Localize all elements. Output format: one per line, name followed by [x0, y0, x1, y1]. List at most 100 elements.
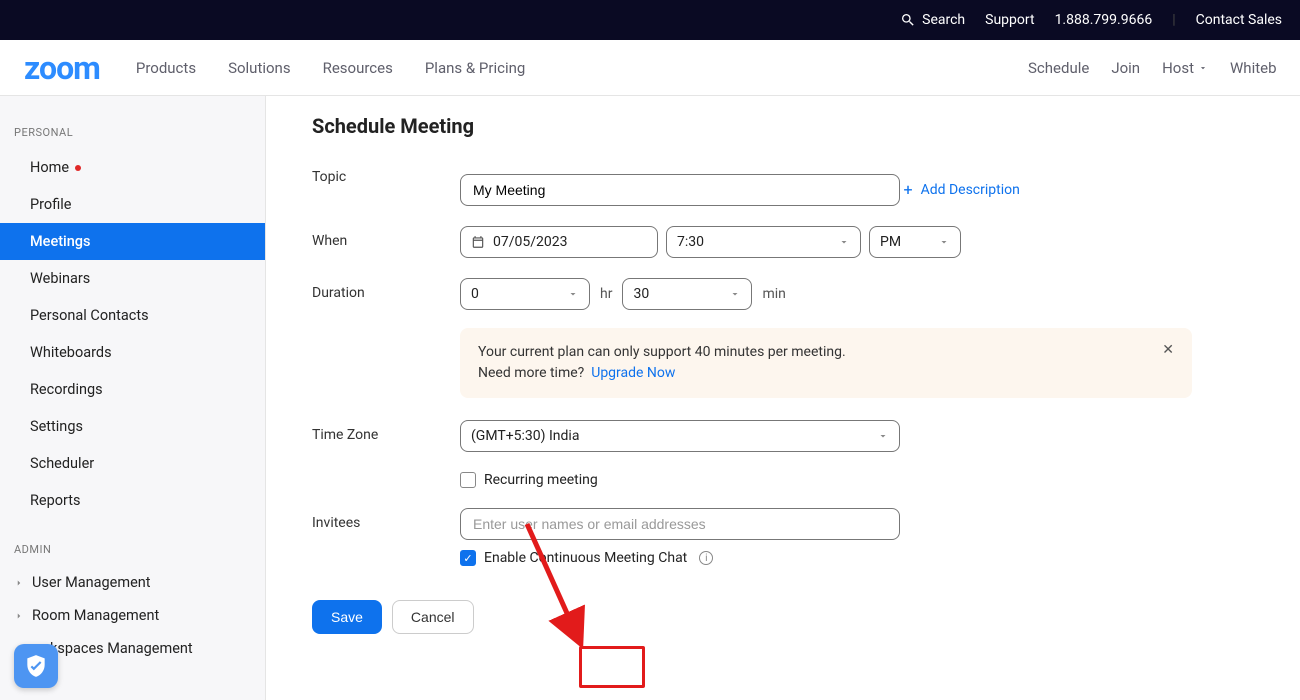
support-link[interactable]: Support	[985, 12, 1034, 28]
sidebar-item-label: Webinars	[30, 270, 90, 287]
search-label: Search	[922, 12, 965, 28]
duration-hours-value: 0	[471, 286, 479, 302]
sidebar-item-label: kspaces Management	[50, 640, 193, 657]
chevron-down-icon	[567, 288, 579, 300]
sidebar-item-label: Personal Contacts	[30, 307, 149, 324]
chevron-down-icon	[877, 430, 889, 442]
nav-join[interactable]: Join	[1111, 59, 1140, 77]
separator: |	[1172, 12, 1175, 28]
sidebar-item-settings[interactable]: Settings	[0, 408, 265, 445]
chevron-down-icon	[938, 236, 950, 248]
sidebar-item-label: User Management	[32, 574, 151, 591]
zoom-logo[interactable]: zoom	[24, 49, 100, 87]
sidebar-item-label: Room Management	[32, 607, 159, 624]
page-title: Schedule Meeting	[312, 114, 1244, 138]
sidebar-item-personal-contacts[interactable]: Personal Contacts	[0, 297, 265, 334]
contact-sales-link[interactable]: Contact Sales	[1196, 12, 1282, 28]
nav-whiteboard[interactable]: Whiteboard	[1230, 59, 1276, 77]
form-actions: Save Cancel	[312, 600, 1244, 634]
sidebar-section-admin: ADMIN	[0, 537, 265, 566]
upgrade-now-link[interactable]: Upgrade Now	[591, 365, 675, 381]
add-description-label: Add Description	[921, 182, 1020, 198]
banner-line1: Your current plan can only support 40 mi…	[478, 342, 846, 363]
sidebar-item-recordings[interactable]: Recordings	[0, 371, 265, 408]
sidebar-item-scheduler[interactable]: Scheduler	[0, 445, 265, 482]
date-picker[interactable]: 07/05/2023	[460, 226, 658, 258]
calendar-icon	[471, 235, 485, 249]
banner-close-icon[interactable]: ✕	[1162, 342, 1174, 358]
invitees-input[interactable]	[460, 508, 900, 540]
ampm-dropdown[interactable]: PM	[869, 226, 961, 258]
add-description-link[interactable]: + Add Description	[903, 180, 1019, 199]
nav-left-group: Products Solutions Resources Plans & Pri…	[136, 59, 525, 77]
security-shield-badge[interactable]	[14, 644, 58, 688]
timezone-value: (GMT+5:30) India	[471, 428, 579, 444]
info-icon[interactable]: i	[699, 551, 713, 565]
sidebar: PERSONAL Home Profile Meetings Webinars …	[0, 96, 266, 700]
label-min: min	[762, 286, 785, 302]
row-duration: Duration 0 hr 30 min	[312, 278, 1244, 310]
recurring-checkbox[interactable]	[460, 472, 476, 488]
chevron-right-icon	[14, 611, 24, 621]
cancel-button[interactable]: Cancel	[392, 600, 474, 634]
label-duration: Duration	[312, 278, 460, 301]
duration-minutes-dropdown[interactable]: 30	[622, 278, 752, 310]
chevron-down-icon	[838, 236, 850, 248]
sidebar-item-reports[interactable]: Reports	[0, 482, 265, 519]
annotation-highlight-box	[579, 646, 645, 688]
sidebar-item-meetings[interactable]: Meetings	[0, 223, 265, 260]
sidebar-item-home[interactable]: Home	[0, 149, 265, 186]
row-topic: Topic + Add Description	[312, 162, 1244, 206]
sidebar-item-room-management[interactable]: Room Management	[0, 599, 265, 632]
sidebar-item-user-management[interactable]: User Management	[0, 566, 265, 599]
sidebar-item-webinars[interactable]: Webinars	[0, 260, 265, 297]
recurring-label: Recurring meeting	[484, 472, 598, 488]
search-icon	[900, 12, 916, 28]
nav-resources[interactable]: Resources	[323, 59, 393, 77]
upgrade-banner: Your current plan can only support 40 mi…	[460, 328, 1192, 398]
notification-dot-icon	[75, 165, 81, 171]
duration-minutes-value: 30	[633, 286, 649, 302]
sidebar-item-whiteboards[interactable]: Whiteboards	[0, 334, 265, 371]
save-button[interactable]: Save	[312, 600, 382, 634]
main-content: Schedule Meeting Topic + Add Description…	[266, 96, 1300, 700]
nav-right-group: Schedule Join Host Whiteboard	[1028, 59, 1276, 77]
nav-products[interactable]: Products	[136, 59, 196, 77]
label-timezone: Time Zone	[312, 420, 460, 443]
search-link[interactable]: Search	[900, 12, 965, 28]
time-dropdown[interactable]: 7:30	[666, 226, 861, 258]
chevron-down-icon	[729, 288, 741, 300]
row-banner: Your current plan can only support 40 mi…	[312, 322, 1244, 398]
nav-plans[interactable]: Plans & Pricing	[425, 59, 525, 77]
nav-host[interactable]: Host	[1162, 59, 1208, 77]
primary-nav: zoom Products Solutions Resources Plans …	[0, 40, 1300, 96]
sidebar-section-personal: PERSONAL	[0, 120, 265, 149]
topic-input[interactable]	[460, 174, 900, 206]
plus-icon: +	[903, 180, 912, 199]
ampm-value: PM	[880, 234, 901, 250]
sidebar-item-label: Scheduler	[30, 455, 94, 472]
continuous-chat-label: Enable Continuous Meeting Chat	[484, 550, 687, 566]
label-when: When	[312, 226, 460, 249]
nav-solutions[interactable]: Solutions	[228, 59, 291, 77]
row-when: When 07/05/2023 7:30 PM	[312, 226, 1244, 258]
duration-hours-dropdown[interactable]: 0	[460, 278, 590, 310]
row-invitees: Invitees Enable Continuous Meeting Chat …	[312, 508, 1244, 566]
row-timezone: Time Zone (GMT+5:30) India Recurring mee…	[312, 420, 1244, 488]
phone-link[interactable]: 1.888.799.9666	[1055, 12, 1153, 28]
chevron-right-icon	[14, 578, 24, 588]
nav-schedule[interactable]: Schedule	[1028, 59, 1089, 77]
label-invitees: Invitees	[312, 508, 460, 531]
chevron-down-icon	[1198, 63, 1208, 73]
sidebar-item-label: Home	[30, 159, 69, 176]
continuous-chat-checkbox[interactable]	[460, 550, 476, 566]
label-hr: hr	[600, 286, 612, 302]
sidebar-item-label: Reports	[30, 492, 81, 509]
sidebar-item-label: Recordings	[30, 381, 103, 398]
sidebar-item-label: Whiteboards	[30, 344, 112, 361]
sidebar-item-label: Settings	[30, 418, 83, 435]
sidebar-item-profile[interactable]: Profile	[0, 186, 265, 223]
nav-host-label: Host	[1162, 59, 1194, 77]
timezone-dropdown[interactable]: (GMT+5:30) India	[460, 420, 900, 452]
time-value: 7:30	[677, 234, 704, 250]
